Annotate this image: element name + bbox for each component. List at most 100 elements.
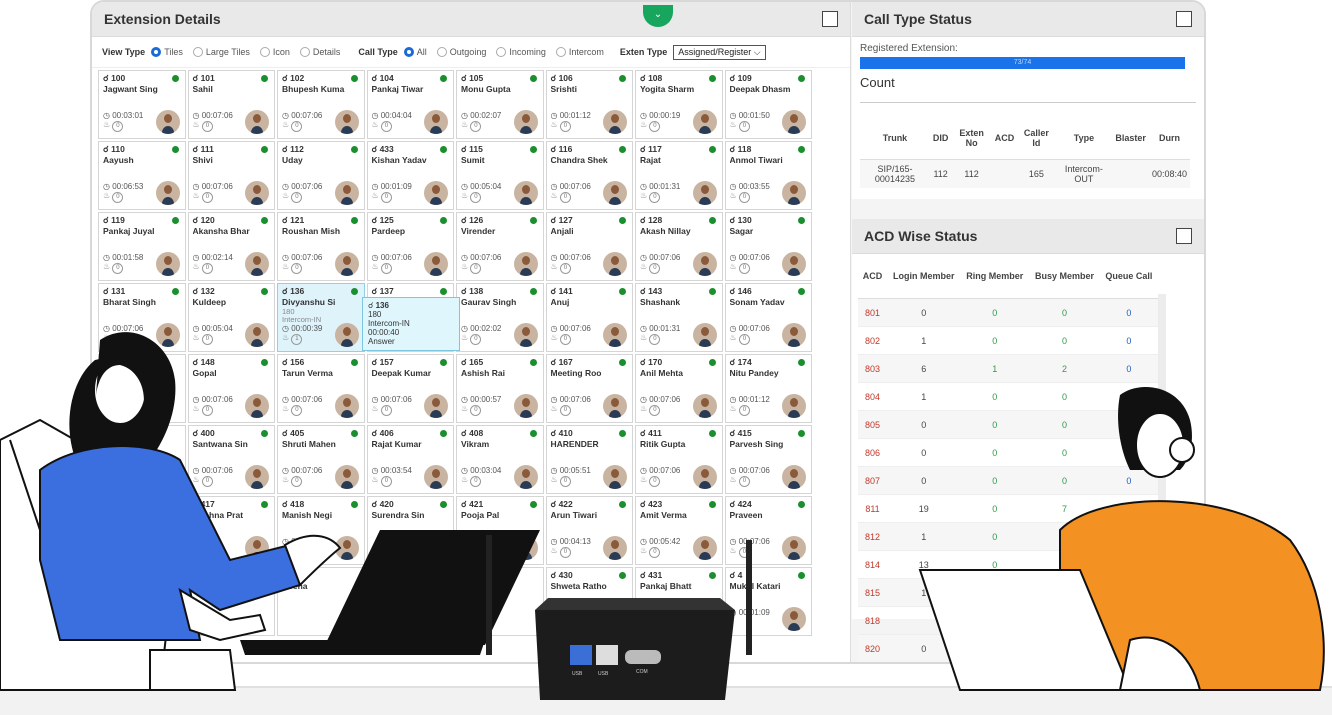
acd-row[interactable]: 818 <box>858 606 1158 635</box>
tile-time: 00:07:06 <box>201 466 233 475</box>
view-large-tiles-radio[interactable]: Large Tiles <box>192 47 250 57</box>
extension-tile[interactable]: ☌ 131 Bharat Singh ◷ 00:07:06 ♨ 0 <box>98 283 186 352</box>
extension-tile[interactable]: ☌ 141 Anuj ◷ 00:07:06 ♨ 0 <box>545 283 633 352</box>
extension-tile[interactable]: ☌ 126 Virender ◷ 00:07:06 ♨ 0 <box>456 212 544 281</box>
extension-tile[interactable]: ☌ 406 Rajat Kumar ◷ 00:03:54 ♨ 0 <box>366 425 454 494</box>
extension-tile[interactable]: ☌ 102 Bhupesh Kuma ◷ 00:07:06 ♨ 0 <box>277 70 365 139</box>
extension-tile[interactable]: ☌ 411 Ritik Gupta ◷ 00:07:06 ♨ 0 <box>635 425 723 494</box>
acd-row[interactable]: 806 0 0 0 0 <box>858 438 1158 467</box>
extension-tile[interactable]: ☌ 118 Anmol Tiwari ◷ 00:03:55 ♨ 0 <box>724 141 812 210</box>
expand-checkbox[interactable] <box>822 11 838 27</box>
extension-tile[interactable]: ☌ 115 Sumit ◷ 00:05:04 ♨ 0 <box>456 141 544 210</box>
extension-tile[interactable]: ☌ 170 Anil Mehta ◷ 00:07:06 ♨ 0 <box>635 354 723 423</box>
extension-tile[interactable]: ☌ 143 Shashank ◷ 00:01:31 ♨ 0 <box>635 283 723 352</box>
extension-tile[interactable]: ☌ 111 Shivi ◷ 00:07:06 ♨ 0 <box>187 141 275 210</box>
view-details-radio[interactable]: Details <box>299 47 340 57</box>
extension-tile[interactable]: ☌ 106 Srishti ◷ 00:01:12 ♨ 0 <box>545 70 633 139</box>
call-all-radio[interactable]: All <box>403 47 427 57</box>
acd-row[interactable]: 815 1 0 0 <box>858 578 1158 607</box>
extension-tile[interactable]: ☌ 130 Sagar ◷ 00:07:06 ♨ 0 <box>724 212 812 281</box>
tile-name: Manish Negi <box>282 510 333 520</box>
acd-checkbox[interactable] <box>1176 228 1192 244</box>
extension-tile[interactable]: ☌ 127 Anjali ◷ 00:07:06 ♨ 0 <box>545 212 633 281</box>
view-tiles-radio[interactable]: Tiles <box>151 47 183 57</box>
extension-tile[interactable]: ☌ 119 Pankaj Juyal ◷ 00:01:58 ♨ 0 <box>98 212 186 281</box>
extension-tile[interactable]: ☌ <box>366 567 454 636</box>
online-status-dot <box>708 572 716 579</box>
call-outgoing-radio[interactable]: Outgoing <box>436 47 486 57</box>
call-incoming-radio[interactable]: Incoming <box>496 47 546 57</box>
extension-tile[interactable]: ☌ 109 Deepak Dhasm ◷ 00:01:50 ♨ 0 <box>724 70 812 139</box>
tile-ext-row: ☌ 141 <box>550 286 573 296</box>
extension-tile[interactable]: ☌ 420 Surendra Sin <box>366 496 454 565</box>
extension-tile[interactable]: ☌ 157 Deepak Kumar ◷ 00:07:06 ♨ 0 <box>366 354 454 423</box>
extension-tile[interactable]: ☌ 108 Yogita Sharm ◷ 00:00:19 ♨ 0 <box>635 70 723 139</box>
extension-tile[interactable]: ☌ 421 Pooja Pal <box>456 496 544 565</box>
extension-tile[interactable]: ☌ <box>187 567 275 636</box>
tile-name: Mukul Katari <box>729 581 781 591</box>
extension-tile[interactable]: ☌ 121 Roushan Mish ◷ 00:07:06 ♨ 0 <box>277 212 365 281</box>
extension-tile[interactable]: ☌ 423 Amit Verma ◷ 00:05:42 ♨ 0 <box>635 496 723 565</box>
extension-tile[interactable]: ☌ 132 Kuldeep ◷ 00:05:04 ♨ 0 <box>187 283 275 352</box>
extension-tile[interactable]: ☌ 146 Sonam Yadav ◷ 00:07:06 ♨ 0 <box>724 283 812 352</box>
extension-tile[interactable]: ☌ 138 Gaurav Singh ◷ 00:02:02 ♨ 0 <box>456 283 544 352</box>
extension-tile[interactable]: ☌ 408 Vikram ◷ 00:03:04 ♨ 0 <box>456 425 544 494</box>
extension-tile[interactable]: ☌ 128 Akash Nillay ◷ 00:07:06 ♨ 0 <box>635 212 723 281</box>
view-icon-radio[interactable]: Icon <box>259 47 290 57</box>
extension-tile[interactable]: ☌ 400 Santwana Sin ◷ 00:07:06 ♨ 0 <box>187 425 275 494</box>
extension-tile[interactable]: ☌ 430 Shweta Ratho <box>545 567 633 636</box>
extension-tile[interactable]: ☌ 433 Kishan Yadav ◷ 00:01:09 ♨ 0 <box>366 141 454 210</box>
extension-tile[interactable]: ☌ <box>456 567 544 636</box>
acd-row[interactable]: 811 19 0 7 0 <box>858 494 1158 523</box>
exten-type-select[interactable]: Assigned/Register ⌵ <box>673 44 766 60</box>
acd-row[interactable]: 820 0 <box>858 634 1158 662</box>
extension-tile[interactable]: ☌ 431 Pankaj Bhatt <box>635 567 723 636</box>
acd-row[interactable]: 814 13 0 7 <box>858 550 1158 579</box>
extension-tile[interactable]: ☌ 167 Meeting Roo ◷ 00:07:06 ♨ 0 <box>545 354 633 423</box>
acd-row[interactable]: 801 0 0 0 0 <box>858 298 1158 327</box>
extension-tile[interactable]: ☌ 422 Arun Tiwari ◷ 00:04:13 ♨ 0 <box>545 496 633 565</box>
online-status-dot <box>708 359 716 366</box>
tile-time: 00:03:01 <box>112 111 144 120</box>
acd-row[interactable]: 812 1 0 1 0 <box>858 522 1158 551</box>
extension-tile[interactable]: ☌ 405 Shruti Mahen ◷ 00:07:06 ♨ 0 <box>277 425 365 494</box>
extension-tile[interactable]: ☌ 136 Divyanshu Si 180 Intercom-IN ◷ 00:00:3… <box>277 283 365 352</box>
acd-row[interactable]: 807 0 0 0 0 <box>858 466 1158 495</box>
extension-tile[interactable]: ☌ 117 Rajat ◷ 00:01:31 ♨ 0 <box>635 141 723 210</box>
extension-tile[interactable]: ☌ 105 Monu Gupta ◷ 00:02:07 ♨ 0 <box>456 70 544 139</box>
extension-tile[interactable]: ☌ 424 Praveen ◷ 00:07:06 ♨ 0 <box>724 496 812 565</box>
extension-tile[interactable]: ☌ 104 Pankaj Tiwar ◷ 00:04:04 ♨ 0 <box>366 70 454 139</box>
tile-sub <box>282 386 360 394</box>
acd-scrollbar[interactable] <box>1158 294 1166 662</box>
extension-tile[interactable]: ☌ 101 Sahil ◷ 00:07:06 ♨ 0 <box>187 70 275 139</box>
extension-tile[interactable]: ☌ 4 Mukul Katari ◷ 00:01:09 <box>724 567 812 636</box>
extension-tile[interactable]: ☌ 100 Jagwant Sing ◷ 00:03:01 ♨ 0 <box>98 70 186 139</box>
extension-tile[interactable]: ☌ 415 Parvesh Sing ◷ 00:07:06 ♨ 0 <box>724 425 812 494</box>
extension-tile[interactable]: ☌ 120 Akansha Bhar ◷ 00:02:14 ♨ 0 <box>187 212 275 281</box>
acd-row[interactable]: 803 6 1 2 0 <box>858 354 1158 383</box>
acd-row[interactable]: 805 0 0 0 0 <box>858 410 1158 439</box>
extension-tile[interactable]: ☌ 116 Chandra Shek ◷ 00:07:06 ♨ 0 <box>545 141 633 210</box>
avatar <box>782 181 806 205</box>
extension-tile[interactable]: ☌ 418 Manish Negi ◷ 00:06:11 <box>277 496 365 565</box>
extension-tile[interactable]: ☌ 165 Ashish Rai ◷ 00:00:57 ♨ 0 <box>456 354 544 423</box>
extension-tile[interactable]: ☌ <box>98 354 186 423</box>
extension-tile[interactable]: ☌ 112 Uday ◷ 00:07:06 ♨ 0 <box>277 141 365 210</box>
extension-tile[interactable]: ☌ 125 Pardeep ◷ 00:07:06 ♨ 0 <box>366 212 454 281</box>
call-intercom-radio[interactable]: Intercom <box>555 47 604 57</box>
extension-tile[interactable]: ☌ Reena <box>277 567 365 636</box>
extension-tile[interactable]: ☌ 410 HARENDER ◷ 00:05:51 ♨ 0 <box>545 425 633 494</box>
acd-row[interactable]: 802 1 0 0 0 <box>858 326 1158 355</box>
call-type-checkbox[interactable] <box>1176 11 1192 27</box>
extension-tile[interactable]: ☌ <box>98 496 186 565</box>
tile-line <box>103 236 181 244</box>
extension-tile[interactable]: ☌ 156 Tarun Verma ◷ 00:07:06 ♨ 0 <box>277 354 365 423</box>
acd-row[interactable]: 804 1 0 0 0 <box>858 382 1158 411</box>
avatar <box>245 465 269 489</box>
extension-tile[interactable]: ☌ 110 Aayush ◷ 00:06:53 ♨ 0 <box>98 141 186 210</box>
extension-tile[interactable]: ☌ 174 Nitu Pandey ◷ 00:01:12 ♨ 0 <box>724 354 812 423</box>
extension-tile[interactable]: ☌ <box>98 425 186 494</box>
extension-tile[interactable]: ☌ <box>98 567 186 636</box>
extension-tile[interactable]: ☌ 148 Gopal ◷ 00:07:06 ♨ 0 <box>187 354 275 423</box>
extension-tile[interactable]: ☌ 417 Krishna Prat <box>187 496 275 565</box>
